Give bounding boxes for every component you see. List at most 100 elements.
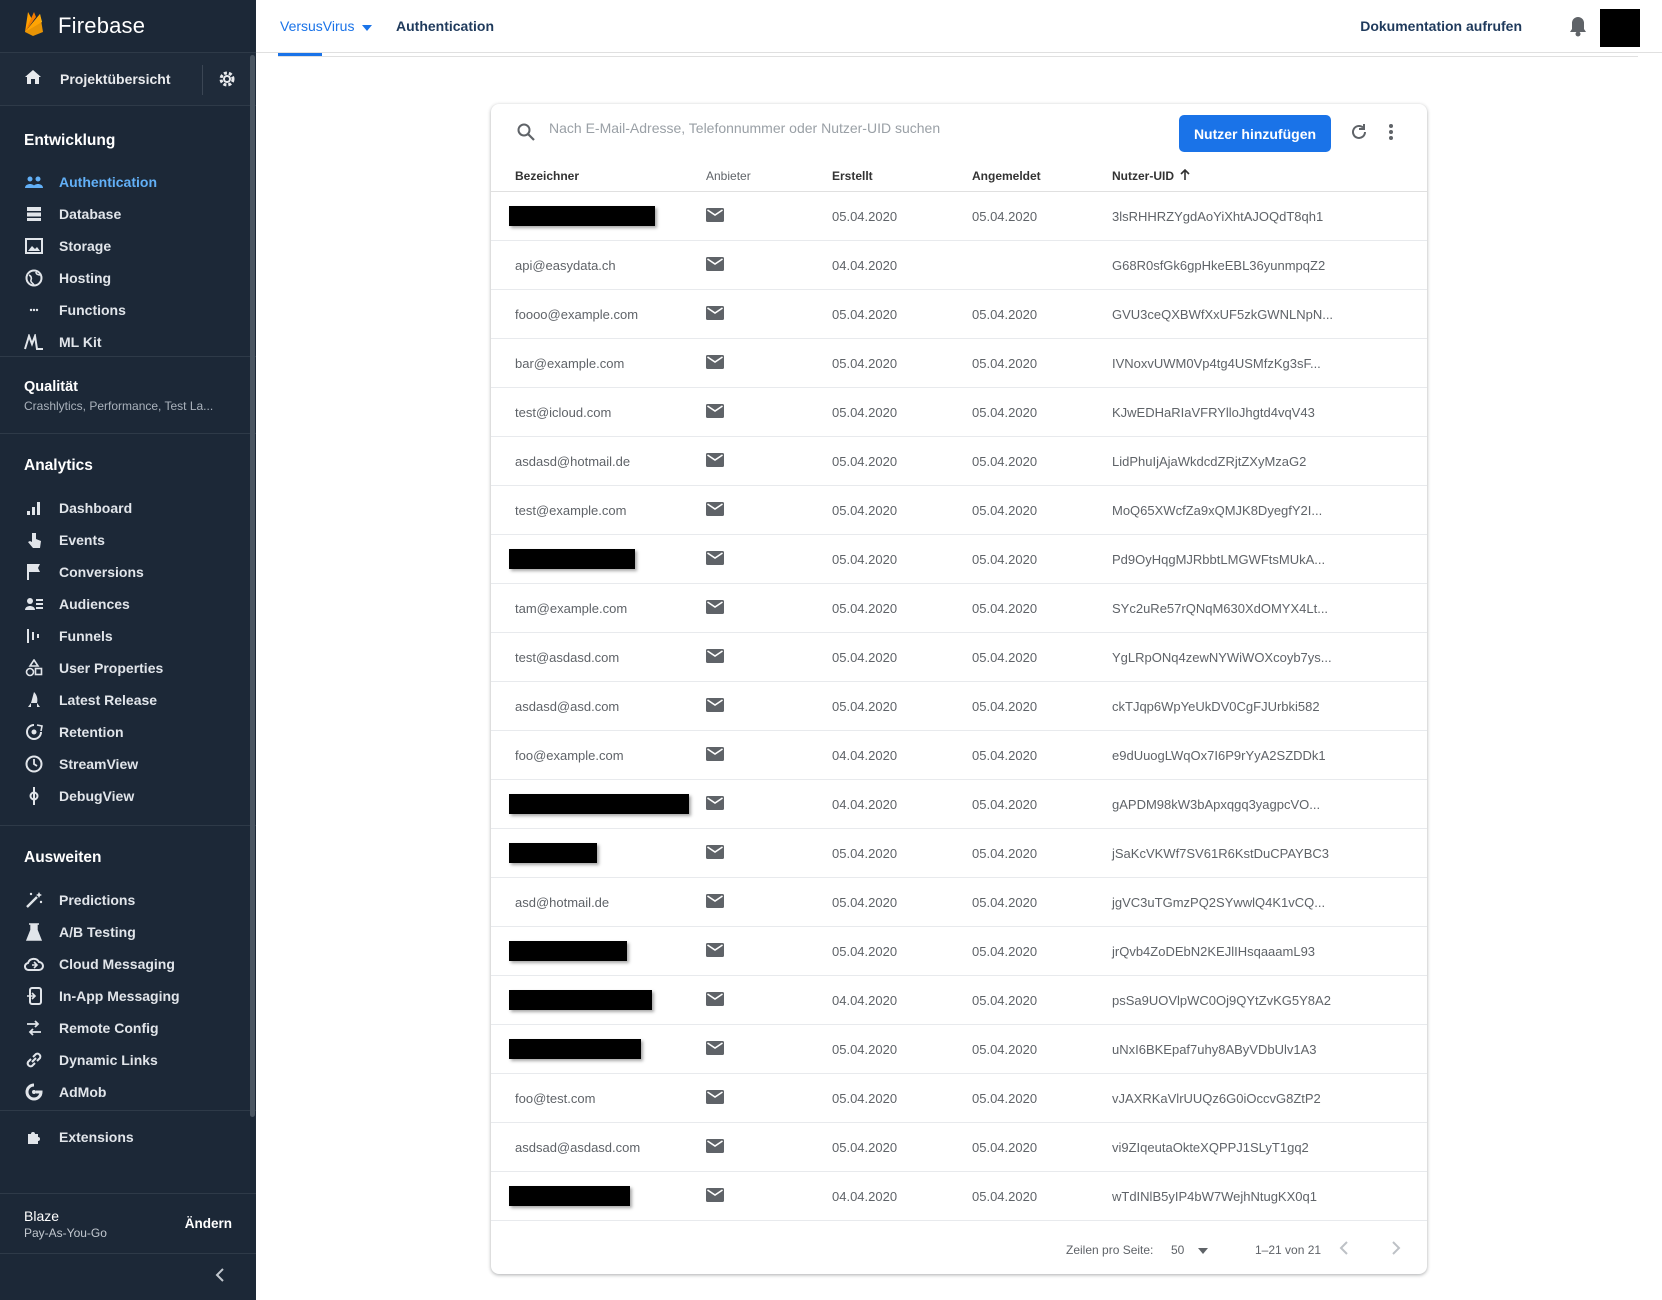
email-icon — [706, 354, 724, 372]
cell-signed-in: 05.04.2020 — [972, 551, 1038, 567]
sidebar-item-dynamic-links[interactable]: Dynamic Links — [0, 1044, 256, 1076]
email-icon — [706, 256, 724, 274]
table-row[interactable]: api@easydata.ch 04.04.2020 G68R0sfGk6gpHke… — [491, 241, 1427, 290]
table-row[interactable]: asdsad@asdasd.com 05.04.2020 05.04.2020 vi9… — [491, 1123, 1427, 1172]
firebase-brand[interactable]: Firebase — [0, 0, 256, 53]
project-overview[interactable]: Projektübersicht — [0, 53, 256, 106]
search-input[interactable] — [549, 120, 1089, 136]
firebase-logo-icon — [24, 11, 44, 42]
table-row[interactable]: 05.04.2020 05.04.2020 3lsRHHRZYgdAoYiXhtAJ… — [491, 192, 1427, 241]
cell-created: 04.04.2020 — [832, 992, 898, 1008]
sidebar-item-extensions[interactable]: Extensions — [0, 1111, 256, 1163]
docs-link[interactable]: Dokumentation aufrufen — [1360, 18, 1522, 34]
sidebar-item-hosting[interactable]: Hosting — [0, 262, 256, 294]
chevron-left-icon[interactable] — [1339, 1240, 1349, 1259]
cell-signed-in: 05.04.2020 — [972, 502, 1038, 518]
change-plan-button[interactable]: Ändern — [185, 1216, 232, 1231]
sidebar-item-dashboard[interactable]: Dashboard — [0, 492, 256, 524]
cell-created: 05.04.2020 — [832, 649, 898, 665]
cell-created: 05.04.2020 — [832, 208, 898, 224]
column-uid[interactable]: Nutzer-UID — [1112, 168, 1427, 183]
add-user-button[interactable]: Nutzer hinzufügen — [1179, 115, 1331, 152]
table-row[interactable]: 05.04.2020 05.04.2020 jrQvb4ZoDEbN2KEJlIHs… — [491, 927, 1427, 976]
sidebar-item-label: DebugView — [59, 788, 135, 804]
cell-uid: Pd9OyHqgMJRbbtLMGWFtsMUkA... — [1112, 551, 1326, 567]
table-row[interactable]: 04.04.2020 05.04.2020 wTdINlB5yIP4bW7WejhN… — [491, 1172, 1427, 1221]
table-row[interactable]: asdasd@hotmail.de 05.04.2020 05.04.2020 Lid… — [491, 437, 1427, 486]
sidebar-item-storage[interactable]: Storage — [0, 230, 256, 262]
table-row[interactable]: asdasd@asd.com 05.04.2020 05.04.2020 ckTJqp… — [491, 682, 1427, 731]
gear-icon[interactable] — [217, 69, 237, 94]
table-row[interactable]: bar@example.com 05.04.2020 05.04.2020 IVNox… — [491, 339, 1427, 388]
sidebar-item-authentication[interactable]: Authentication — [0, 166, 256, 198]
table-row[interactable]: 05.04.2020 05.04.2020 Pd9OyHqgMJRbbtLMGWFt… — [491, 535, 1427, 584]
cell-uid: SYc2uRe57rQNqM630XdOMYX4Lt... — [1112, 600, 1329, 616]
cell-signed-in: 05.04.2020 — [972, 894, 1038, 910]
shapes-icon — [24, 658, 44, 678]
section-quality[interactable]: Qualität Crashlytics, Performance, Test … — [0, 357, 256, 434]
sidebar-item-ml-kit[interactable]: ML Kit — [0, 326, 256, 358]
table-row[interactable]: tam@example.com 05.04.2020 05.04.2020 SYc2u… — [491, 584, 1427, 633]
sidebar-item-label: User Properties — [59, 660, 164, 676]
sidebar-item-user-properties[interactable]: User Properties — [0, 652, 256, 684]
home-icon — [24, 69, 42, 90]
email-icon — [706, 550, 724, 568]
sidebar-item-streamview[interactable]: StreamView — [0, 748, 256, 780]
bell-icon[interactable] — [1568, 15, 1588, 42]
sidebar-item-audiences[interactable]: Audiences — [0, 588, 256, 620]
sidebar-item-a-b-testing[interactable]: A/B Testing — [0, 916, 256, 948]
sidebar-item-events[interactable]: Events — [0, 524, 256, 556]
sidebar-item-database[interactable]: Database — [0, 198, 256, 230]
cell-identifier: foo@test.com — [515, 1090, 596, 1106]
cell-identifier: api@easydata.ch — [515, 257, 616, 273]
sidebar-item-funnels[interactable]: Funnels — [0, 620, 256, 652]
cell-provider — [691, 893, 832, 911]
table-row[interactable]: test@asdasd.com 05.04.2020 05.04.2020 YgLRp… — [491, 633, 1427, 682]
refresh-icon[interactable] — [1349, 122, 1369, 147]
sidebar-item-in-app-messaging[interactable]: In-App Messaging — [0, 980, 256, 1012]
table-row[interactable]: 05.04.2020 05.04.2020 uNxI6BKEpaf7uhy8AByV… — [491, 1025, 1427, 1074]
cell-signed-in: 05.04.2020 — [972, 796, 1038, 812]
avatar[interactable] — [1600, 9, 1640, 47]
sidebar-item-functions[interactable]: Functions — [0, 294, 256, 326]
column-signed-in[interactable]: Angemeldet — [972, 169, 1112, 183]
cell-signed-in: 05.04.2020 — [972, 845, 1038, 861]
section-title: Entwicklung — [24, 132, 116, 149]
table-row[interactable]: foo@test.com 05.04.2020 05.04.2020 vJAXRKaV… — [491, 1074, 1427, 1123]
sidebar-item-admob[interactable]: AdMob — [0, 1076, 256, 1108]
column-identifier[interactable]: Bezeichner — [491, 169, 691, 183]
chevron-right-icon[interactable] — [1391, 1240, 1401, 1259]
project-selector[interactable]: VersusVirus — [280, 18, 373, 34]
email-icon — [706, 746, 724, 764]
sidebar-item-label: AdMob — [59, 1084, 107, 1100]
table-row[interactable]: asd@hotmail.de 05.04.2020 05.04.2020 jgVC3u… — [491, 878, 1427, 927]
cell-created: 05.04.2020 — [832, 600, 898, 616]
cell-identifier — [491, 843, 691, 863]
cell-uid: 3lsRHHRZYgdAoYiXhtAJOQdT8qh1 — [1112, 208, 1324, 224]
table-row[interactable]: test@icloud.com 05.04.2020 05.04.2020 KJwED… — [491, 388, 1427, 437]
sidebar-item-label: Conversions — [59, 564, 144, 580]
cell-identifier: asdasd@asd.com — [515, 698, 620, 714]
collapse-sidebar-button[interactable] — [0, 1253, 256, 1300]
table-row[interactable]: test@example.com 05.04.2020 05.04.2020 MoQ6… — [491, 486, 1427, 535]
sidebar-item-latest-release[interactable]: Latest Release — [0, 684, 256, 716]
table-row[interactable]: foooo@example.com 05.04.2020 05.04.2020 GVU… — [491, 290, 1427, 339]
sidebar-item-debugview[interactable]: DebugView — [0, 780, 256, 812]
more-vert-icon[interactable] — [1388, 122, 1394, 147]
redacted-block — [509, 941, 627, 961]
sidebar-item-conversions[interactable]: Conversions — [0, 556, 256, 588]
rocket-icon — [24, 690, 44, 710]
column-created[interactable]: Erstellt — [832, 169, 972, 183]
sidebar-scrollbar[interactable] — [250, 55, 255, 1117]
sidebar-item-remote-config[interactable]: Remote Config — [0, 1012, 256, 1044]
table-row[interactable]: 04.04.2020 05.04.2020 psSa9UOVlpWC0Oj9QYtZ… — [491, 976, 1427, 1025]
cell-created: 04.04.2020 — [832, 796, 898, 812]
sidebar-item-predictions[interactable]: Predictions — [0, 884, 256, 916]
sidebar-item-retention[interactable]: Retention — [0, 716, 256, 748]
table-row[interactable]: foo@example.com 04.04.2020 05.04.2020 e9dUu… — [491, 731, 1427, 780]
table-row[interactable]: 04.04.2020 05.04.2020 gAPDM98kW3bApxqgq3ya… — [491, 780, 1427, 829]
table-row[interactable]: 05.04.2020 05.04.2020 jSaKcVKWf7SV61R6KstD… — [491, 829, 1427, 878]
sidebar-item-cloud-messaging[interactable]: Cloud Messaging — [0, 948, 256, 980]
cell-created: 05.04.2020 — [832, 1090, 898, 1106]
rows-per-page-select[interactable]: 50 — [1171, 1243, 1209, 1257]
